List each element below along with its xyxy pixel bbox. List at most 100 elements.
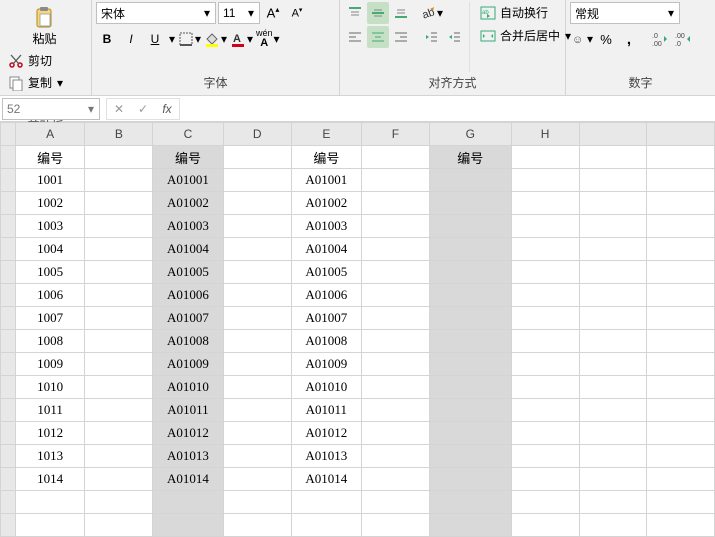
cell[interactable]: A01008 (153, 330, 223, 353)
row-header[interactable] (1, 261, 16, 284)
cell[interactable] (579, 284, 647, 307)
cell[interactable] (647, 514, 715, 537)
cell[interactable] (511, 330, 579, 353)
cell[interactable] (223, 169, 291, 192)
cell[interactable] (223, 468, 291, 491)
cell[interactable] (579, 146, 647, 169)
cell[interactable] (361, 445, 429, 468)
cell[interactable] (85, 399, 153, 422)
italic-button[interactable]: I (120, 28, 142, 50)
cell[interactable] (223, 284, 291, 307)
cell[interactable] (223, 491, 291, 514)
cell[interactable] (579, 514, 647, 537)
cell[interactable]: 1010 (16, 376, 85, 399)
cell[interactable] (85, 422, 153, 445)
col-header-C[interactable]: C (153, 123, 223, 146)
cell[interactable] (85, 146, 153, 169)
cell[interactable] (153, 491, 223, 514)
cell[interactable]: A01001 (291, 169, 361, 192)
row-header[interactable] (1, 514, 16, 537)
bold-button[interactable]: B (96, 28, 118, 50)
cell[interactable] (511, 376, 579, 399)
cell[interactable] (223, 261, 291, 284)
chevron-down-icon[interactable]: ▾ (168, 32, 176, 46)
border-button[interactable]: ▾ (178, 28, 202, 50)
cell[interactable] (511, 307, 579, 330)
cell[interactable] (223, 445, 291, 468)
cell[interactable] (579, 353, 647, 376)
cell[interactable] (223, 192, 291, 215)
cell[interactable] (511, 399, 579, 422)
cell[interactable] (361, 353, 429, 376)
cell[interactable] (511, 284, 579, 307)
cell[interactable] (361, 468, 429, 491)
row-header[interactable] (1, 146, 16, 169)
cell[interactable]: 1001 (16, 169, 85, 192)
col-header-E[interactable]: E (291, 123, 361, 146)
cell[interactable] (223, 353, 291, 376)
cell[interactable] (430, 330, 512, 353)
cell[interactable] (430, 422, 512, 445)
phonetic-button[interactable]: wénA ▾ (256, 28, 281, 50)
cell[interactable]: 1007 (16, 307, 85, 330)
cell[interactable]: 1008 (16, 330, 85, 353)
cell[interactable] (85, 169, 153, 192)
cell[interactable] (361, 376, 429, 399)
decrease-decimal-button[interactable]: .00.0 (673, 28, 695, 50)
cell[interactable] (430, 399, 512, 422)
cell[interactable] (511, 238, 579, 261)
cell[interactable] (430, 468, 512, 491)
paste-button[interactable]: 粘贴 (28, 4, 60, 49)
cell[interactable] (85, 445, 153, 468)
cell[interactable]: A01004 (153, 238, 223, 261)
col-header-D[interactable]: D (223, 123, 291, 146)
select-all[interactable] (1, 123, 16, 146)
cell[interactable] (579, 376, 647, 399)
row-header[interactable] (1, 353, 16, 376)
cell[interactable]: A01014 (153, 468, 223, 491)
cut-button[interactable]: 剪切 (4, 50, 87, 71)
col-header-A[interactable]: A (16, 123, 85, 146)
cell[interactable] (511, 215, 579, 238)
cell[interactable] (511, 514, 579, 537)
cell[interactable]: A01007 (291, 307, 361, 330)
cell[interactable]: A01003 (153, 215, 223, 238)
cell[interactable] (511, 192, 579, 215)
cell[interactable] (85, 514, 153, 537)
cell[interactable] (85, 307, 153, 330)
cell[interactable] (647, 261, 715, 284)
increase-decimal-button[interactable]: .0.00 (650, 28, 672, 50)
underline-button[interactable]: U (144, 28, 166, 50)
cell[interactable] (647, 468, 715, 491)
row-header[interactable] (1, 238, 16, 261)
cell[interactable] (647, 399, 715, 422)
cell[interactable]: 1002 (16, 192, 85, 215)
row-header[interactable] (1, 307, 16, 330)
cell[interactable] (361, 491, 429, 514)
wrap-text-button[interactable]: ab 自动换行 (476, 2, 576, 23)
cell[interactable] (647, 284, 715, 307)
cell[interactable] (361, 514, 429, 537)
cell[interactable] (430, 491, 512, 514)
align-bottom-button[interactable] (390, 2, 412, 24)
cell[interactable]: A01011 (153, 399, 223, 422)
cell[interactable] (223, 215, 291, 238)
cell[interactable] (647, 192, 715, 215)
cell[interactable]: A01005 (291, 261, 361, 284)
cell[interactable]: A01002 (291, 192, 361, 215)
cell[interactable] (511, 146, 579, 169)
cell[interactable]: A01007 (153, 307, 223, 330)
percent-button[interactable]: % (595, 28, 617, 50)
cell[interactable] (430, 261, 512, 284)
cell[interactable] (579, 238, 647, 261)
cell[interactable] (85, 192, 153, 215)
cell[interactable] (361, 261, 429, 284)
row-header[interactable] (1, 376, 16, 399)
cell[interactable] (361, 399, 429, 422)
cell[interactable] (291, 514, 361, 537)
row-header[interactable] (1, 192, 16, 215)
cell[interactable] (511, 468, 579, 491)
align-left-button[interactable] (344, 26, 366, 48)
cell[interactable] (223, 422, 291, 445)
cell[interactable] (430, 284, 512, 307)
